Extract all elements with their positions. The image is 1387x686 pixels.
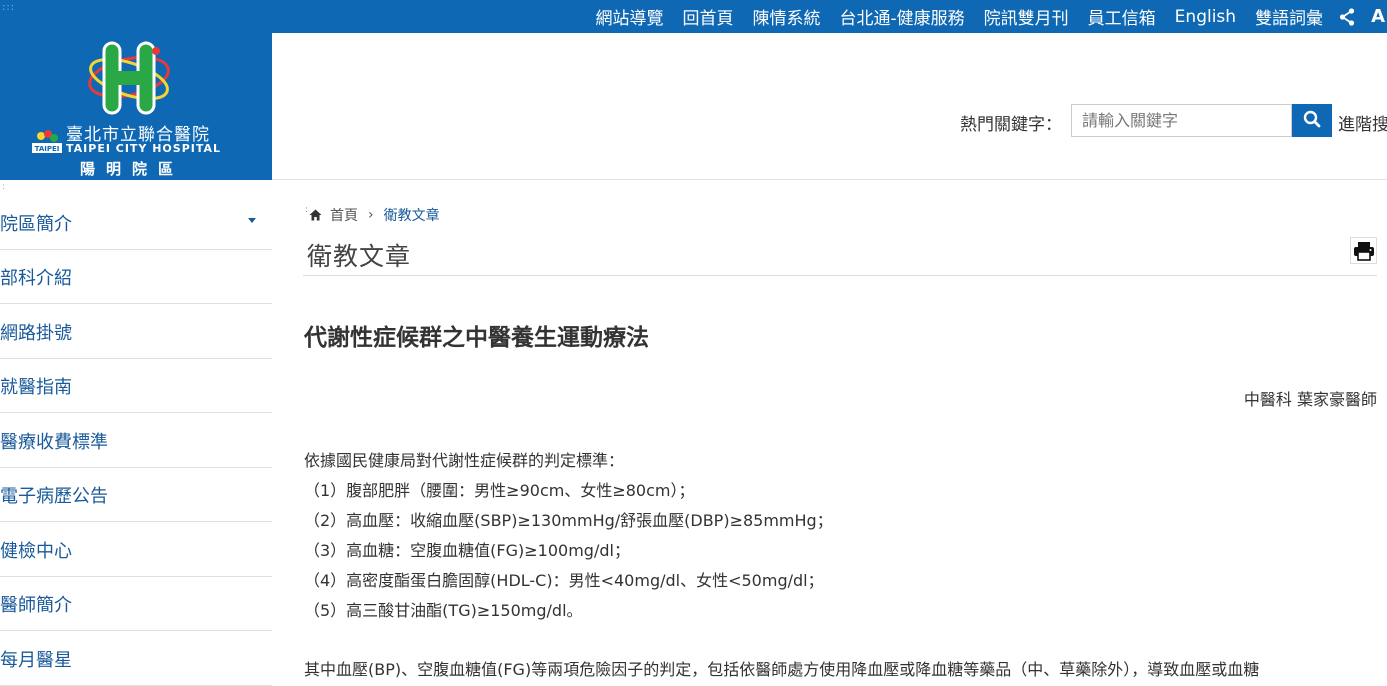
topnav-english[interactable]: English [1175, 7, 1236, 27]
breadcrumb-current[interactable]: 衛教文章 [384, 205, 440, 225]
sidebar-item-label: 部科介紹 [0, 267, 72, 289]
breadcrumb-separator: › [368, 207, 374, 223]
criteria-item: （1）腹部肥胖（腰圍：男性≥90cm、女性≥80cm）； [304, 481, 695, 500]
search-button[interactable] [1292, 104, 1332, 137]
sidebar-item-label: 每月醫星 [0, 649, 72, 671]
sidebar-item-medical-guide[interactable]: 就醫指南 [0, 359, 272, 413]
topnav-home[interactable]: 回首頁 [683, 4, 734, 29]
article-author: 中醫科 葉家豪醫師 [1243, 390, 1377, 409]
sidebar-item-fee-standards[interactable]: 醫療收費標準 [0, 414, 272, 468]
criteria-item: （5）高三酸甘油酯(TG)≥150mg/dl。 [304, 601, 583, 620]
topnav-sitemap[interactable]: 網站導覽 [596, 4, 664, 29]
topnav-newsletter[interactable]: 院訊雙月刊 [984, 4, 1069, 29]
svg-text:TAIPEI: TAIPEI [35, 145, 60, 153]
share-icon[interactable] [1339, 6, 1355, 27]
topnav-taipeipass[interactable]: 台北通-健康服務 [840, 4, 965, 29]
hot-keywords-label: 熱門關鍵字： [960, 115, 1062, 135]
font-size-icon[interactable]: A [1371, 6, 1385, 27]
hospital-logo[interactable]: TAIPEI 臺北市立聯合醫院 TAIPEI CITY HOSPITAL 陽明院… [0, 33, 272, 180]
hospital-name-english: TAIPEI CITY HOSPITAL [66, 142, 222, 155]
topnav-staff-mail[interactable]: 員工信箱 [1088, 4, 1156, 29]
criteria-item: （2）高血壓：收縮血壓(SBP)≥130mmHg/舒張血壓(DBP)≥85mmH… [304, 511, 833, 530]
top-nav: 網站導覽 回首頁 陳情系統 台北通-健康服務 院訊雙月刊 員工信箱 Englis… [577, 0, 1387, 33]
search-input[interactable] [1071, 104, 1292, 137]
advanced-search-link[interactable]: 進階搜 [1338, 110, 1387, 135]
topnav-glossary[interactable]: 雙語詞彙 [1255, 4, 1323, 29]
criteria-item: （4）高密度酯蛋白膽固醇(HDL-C)：男性<40mg/dl、女性<50mg/d… [304, 571, 824, 590]
sidebar-item-online-registration[interactable]: 網路掛號 [0, 305, 272, 359]
article-body: 依據國民健康局對代謝性症候群的判定標準： （1）腹部肥胖（腰圍：男性≥90cm、… [304, 446, 833, 626]
sidebar-item-label: 就醫指南 [0, 376, 72, 398]
sidebar-item-label: 院區簡介 [0, 213, 72, 235]
home-icon [309, 209, 322, 221]
search-icon [1303, 110, 1321, 128]
sidebar-item-label: 醫師簡介 [0, 594, 72, 616]
accesskey-marker: ::: [2, 2, 16, 13]
taipei-badge-icon: TAIPEI [32, 128, 62, 156]
sidebar-item-label: 電子病歷公告 [0, 485, 108, 507]
sidebar-item-emr-notice[interactable]: 電子病歷公告 [0, 468, 272, 522]
sidebar: : 院區簡介 部科介紹 網路掛號 就醫指南 醫療收費標準 電子病歷公告 健檢中心… [0, 180, 272, 686]
page-title: 衛教文章 [307, 242, 412, 271]
criteria-item: （3）高血糖：空腹血糖值(FG)≥100mg/dl； [304, 541, 630, 560]
sidebar-item-doctors[interactable]: 醫師簡介 [0, 577, 272, 631]
sidebar-item-about[interactable]: 院區簡介 [0, 196, 272, 250]
header-divider [272, 179, 1387, 180]
breadcrumb: : 首頁 › 衛教文章 [305, 205, 440, 225]
article-paragraph: 依據國民健康局對代謝性症候群的判定標準： [304, 451, 625, 470]
title-divider [303, 275, 1377, 276]
sidebar-item-health-check[interactable]: 健檢中心 [0, 523, 272, 577]
accesskey-marker: : [305, 205, 309, 215]
branch-name: 陽明院區 [80, 160, 185, 178]
sidebar-item-departments[interactable]: 部科介紹 [0, 250, 272, 304]
chevron-down-icon [248, 218, 256, 223]
breadcrumb-home[interactable]: 首頁 [330, 205, 358, 225]
printer-icon [1354, 242, 1374, 261]
print-button[interactable] [1350, 237, 1377, 264]
sidebar-item-label: 健檢中心 [0, 540, 72, 562]
topnav-petition[interactable]: 陳情系統 [753, 4, 821, 29]
sidebar-item-label: 網路掛號 [0, 322, 72, 344]
article-paragraph: 其中血壓(BP)、空腹血糖值(FG)等兩項危險因子的判定，包括依醫師處方使用降血… [304, 660, 1260, 679]
sidebar-item-label: 醫療收費標準 [0, 431, 108, 453]
top-bar: ::: 網站導覽 回首頁 陳情系統 台北通-健康服務 院訊雙月刊 員工信箱 En… [0, 0, 1387, 33]
article-title: 代謝性症候群之中醫養生運動療法 [304, 325, 649, 351]
h-logo-icon [84, 37, 174, 119]
accesskey-marker: : [2, 182, 6, 192]
